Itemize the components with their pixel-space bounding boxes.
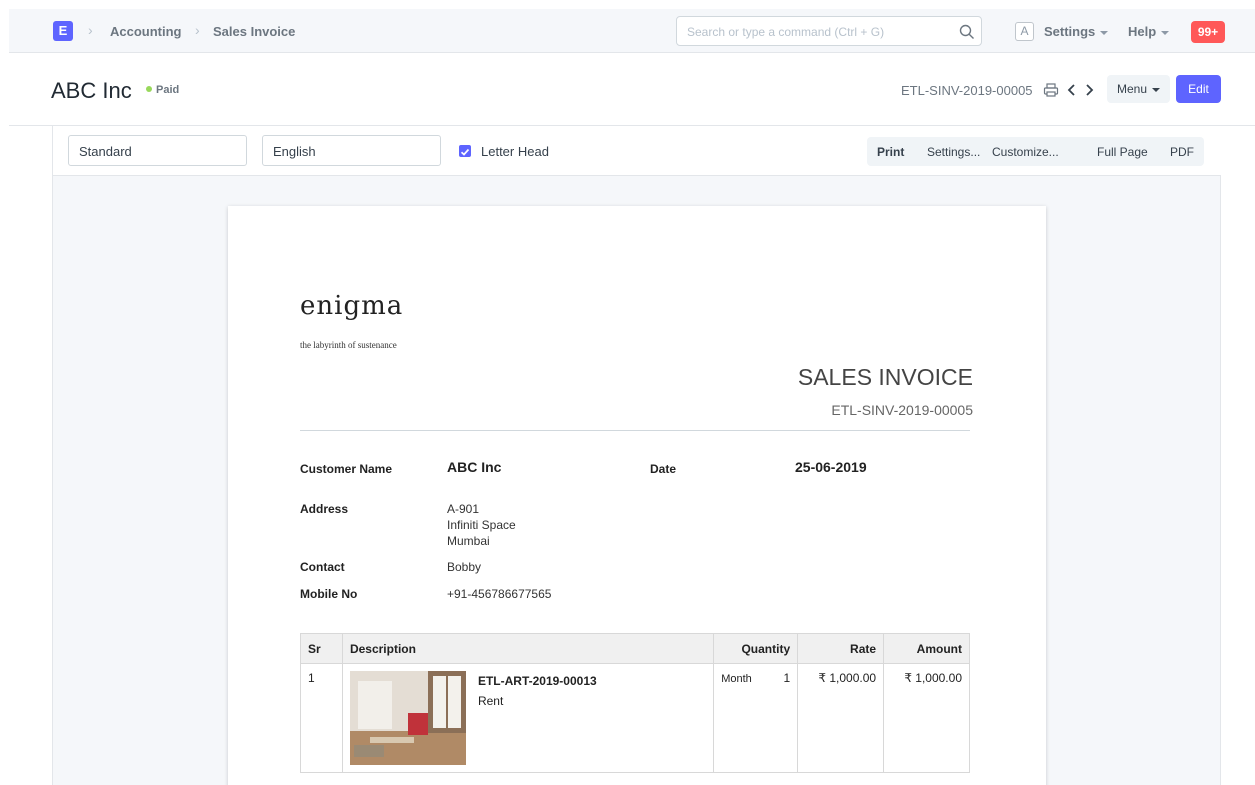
- table-header-row: Sr Description Quantity Rate Amount: [300, 633, 970, 664]
- address-label: Address: [300, 502, 349, 516]
- pdf-button[interactable]: PDF: [1170, 145, 1194, 159]
- page-title: ABC Inc: [51, 78, 132, 103]
- room-photo: [349, 671, 466, 765]
- language-select[interactable]: English: [262, 135, 441, 166]
- address-line: Infiniti Space: [447, 518, 516, 532]
- status-badge: Paid: [146, 84, 179, 96]
- printer-icon[interactable]: [1043, 82, 1059, 98]
- items-table: Sr Description Quantity Rate Amount 1 ET…: [300, 633, 970, 773]
- mobile-label: Mobile No: [300, 587, 358, 601]
- breadcrumb-sales-invoice[interactable]: Sales Invoice: [213, 24, 295, 39]
- chevron-right-icon[interactable]: [1081, 82, 1097, 98]
- status-dot-icon: [146, 86, 152, 92]
- address-line: Mumbai: [447, 534, 490, 548]
- mobile-value: +91-456786677565: [447, 587, 552, 601]
- settings-dropdown[interactable]: Settings: [1044, 24, 1109, 39]
- caret-down-icon: [1161, 30, 1170, 35]
- cell-quantity: Month 1: [713, 663, 799, 773]
- full-page-button[interactable]: Full Page: [1097, 145, 1148, 159]
- col-amount: Amount: [883, 633, 970, 664]
- help-dropdown[interactable]: Help: [1128, 24, 1170, 39]
- company-tagline: the labyrinth of sustenance: [300, 340, 397, 350]
- app-logo[interactable]: E: [53, 21, 73, 41]
- cell-description: ETL-ART-2019-00013 Rent: [341, 663, 715, 773]
- col-quantity: Quantity: [713, 633, 799, 664]
- col-sr: Sr: [300, 633, 343, 664]
- col-rate: Rate: [797, 633, 885, 664]
- date-value: 25-06-2019: [795, 459, 867, 475]
- date-label: Date: [650, 462, 677, 476]
- check-icon: [460, 148, 470, 156]
- customer-name-label: Customer Name: [300, 462, 393, 476]
- caret-down-icon: [1152, 87, 1161, 92]
- chevron-right-icon: ›: [195, 22, 200, 38]
- cell-rate: ₹ 1,000.00: [797, 663, 885, 773]
- contact-value: Bobby: [447, 560, 482, 574]
- document-id: ETL-SINV-2019-00005: [901, 83, 1033, 98]
- invoice-paper: enigma the labyrinth of sustenance SALES…: [228, 206, 1046, 785]
- notifications-badge[interactable]: 99+: [1191, 21, 1225, 43]
- chevron-left-icon[interactable]: [1064, 82, 1080, 98]
- navbar: E › Accounting › Sales Invoice Search or…: [9, 9, 1255, 53]
- print-toolbar: Standard English Letter Head Print Setti…: [53, 126, 1221, 176]
- status-label: Paid: [156, 84, 180, 96]
- menu-label: Menu: [1117, 82, 1148, 96]
- item-qty: 1: [783, 671, 791, 685]
- print-actions: Print Settings... Customize... Full Page…: [867, 137, 1204, 166]
- menu-button[interactable]: Menu: [1107, 75, 1170, 103]
- item-uom: Month: [721, 673, 752, 685]
- table-row: 1 ETL-ART-2019-00013 Rent Month 1 ₹ 1,00…: [300, 663, 970, 773]
- customer-name-value: ABC Inc: [447, 459, 502, 475]
- print-view: Standard English Letter Head Print Setti…: [52, 126, 1221, 785]
- avatar[interactable]: A: [1015, 22, 1034, 41]
- invoice-number: ETL-SINV-2019-00005: [831, 402, 973, 418]
- address-line: A-901: [447, 502, 480, 516]
- print-format-select[interactable]: Standard: [68, 135, 247, 166]
- letter-head-label: Letter Head: [481, 144, 549, 159]
- caret-down-icon: [1100, 30, 1109, 35]
- search-input[interactable]: Search or type a command (Ctrl + G): [676, 16, 982, 46]
- contact-label: Contact: [300, 560, 345, 574]
- cell-amount: ₹ 1,000.00: [883, 663, 970, 773]
- customize-button[interactable]: Customize...: [992, 145, 1059, 159]
- divider: [300, 430, 970, 431]
- item-image: [349, 671, 466, 765]
- chevron-right-icon: ›: [88, 22, 93, 38]
- settings-button[interactable]: Settings...: [927, 145, 980, 159]
- company-logo: enigma: [300, 291, 404, 321]
- search-placeholder: Search or type a command (Ctrl + G): [687, 25, 885, 39]
- page-head: ABC Inc Paid ETL-SINV-2019-00005 Menu Ed…: [9, 54, 1255, 126]
- print-button[interactable]: Print: [877, 145, 904, 159]
- edit-button[interactable]: Edit: [1176, 75, 1221, 103]
- col-description: Description: [341, 633, 715, 664]
- breadcrumb-accounting[interactable]: Accounting: [110, 24, 182, 39]
- settings-label: Settings: [1044, 24, 1096, 39]
- help-label: Help: [1128, 24, 1157, 39]
- letter-head-checkbox[interactable]: [459, 145, 471, 157]
- cell-sr: 1: [300, 663, 343, 773]
- search-icon[interactable]: [959, 24, 975, 40]
- invoice-title: SALES INVOICE: [797, 364, 973, 390]
